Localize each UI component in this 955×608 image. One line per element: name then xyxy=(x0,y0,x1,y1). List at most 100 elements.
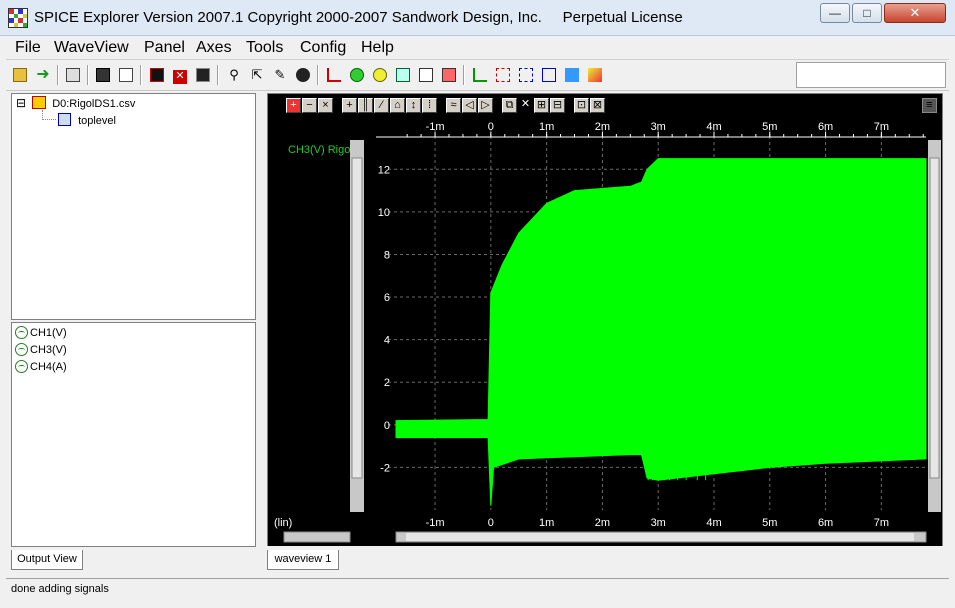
add-yellow-icon[interactable] xyxy=(370,65,390,85)
x-tick-label: 2m xyxy=(595,121,610,133)
design-tree-panel[interactable]: ⊟ D0:RigolDS1.csv toplevel xyxy=(11,93,256,320)
signal-item[interactable]: CH3(V) xyxy=(15,343,67,356)
tree-child[interactable]: toplevel xyxy=(58,113,116,127)
y-tick-label: 2 xyxy=(384,377,390,389)
status-bar: done adding signals xyxy=(6,578,949,600)
tree-connector xyxy=(42,110,56,120)
zoom-out-icon[interactable]: − xyxy=(302,98,317,113)
add-green-icon[interactable] xyxy=(347,65,367,85)
window-title: SPICE Explorer Version 2007.1 Copyright … xyxy=(34,9,683,26)
waveform-icon xyxy=(15,326,28,339)
close-button[interactable]: ✕ xyxy=(884,3,946,23)
print-icon[interactable] xyxy=(63,65,83,85)
menu-file[interactable]: File xyxy=(15,39,41,57)
tree-root[interactable]: ⊟ D0:RigolDS1.csv xyxy=(16,96,135,110)
maximize-button[interactable]: □ xyxy=(852,3,882,23)
marker-icon[interactable] xyxy=(493,65,513,85)
eye-icon[interactable] xyxy=(585,65,605,85)
zoom-in-icon[interactable]: + xyxy=(286,98,301,113)
tree-root-label: D0:RigolDS1.csv xyxy=(52,98,136,110)
close-red-icon[interactable]: ✕ xyxy=(170,65,190,85)
pin-icon[interactable]: ✎ xyxy=(270,65,290,85)
x-tick-label: 5m xyxy=(762,121,777,133)
toolbar-input[interactable] xyxy=(796,62,946,88)
overlay-icon[interactable]: ⊠ xyxy=(590,98,605,113)
toolbar: ➜ ✕ ⚲ ⇱ ✎ xyxy=(6,61,949,91)
series-label[interactable]: CH3(V) Rigo xyxy=(288,144,350,156)
tab-output-view[interactable]: Output View xyxy=(11,550,83,570)
x-tick-label: 1m xyxy=(539,121,554,133)
cursor-cross-icon[interactable]: + xyxy=(342,98,357,113)
menu-bar: File WaveView Panel Axes Tools Config He… xyxy=(6,36,949,60)
menu-axes[interactable]: Axes xyxy=(196,39,232,57)
y-tick-label: -2 xyxy=(380,462,390,474)
y-tick-label: 6 xyxy=(384,292,390,304)
copy-icon[interactable]: ⧉ xyxy=(502,98,517,113)
menu-panel[interactable]: Panel xyxy=(144,39,185,57)
next-icon[interactable]: ▷ xyxy=(478,98,493,113)
x-tick-label: 6m xyxy=(818,517,833,529)
signal-item[interactable]: CH1(V) xyxy=(15,326,67,339)
h-scrollbar-thumb[interactable] xyxy=(406,533,914,541)
open-icon[interactable] xyxy=(116,65,136,85)
stack-icon[interactable] xyxy=(439,65,459,85)
right-scrollbar-thumb[interactable] xyxy=(929,157,940,479)
panel-menu-icon[interactable]: ≡ xyxy=(922,98,937,113)
prev-icon[interactable]: ◁ xyxy=(462,98,477,113)
bookmark-icon[interactable]: ⌂ xyxy=(390,98,405,113)
x-tick-label: 4m xyxy=(706,517,721,529)
y-tick-label: 10 xyxy=(378,207,390,219)
open-folder-icon[interactable] xyxy=(10,65,30,85)
x-tick-label: 3m xyxy=(651,517,666,529)
histogram-icon[interactable] xyxy=(470,65,490,85)
signal-item[interactable]: CH4(A) xyxy=(15,360,67,373)
x-tick-label: 5m xyxy=(762,517,777,529)
y-scrollbar-thumb[interactable] xyxy=(351,157,363,479)
csv-file-icon xyxy=(32,96,47,109)
measure-icon[interactable] xyxy=(324,65,344,85)
left-h-scrollbar[interactable] xyxy=(283,531,351,543)
signal-list-panel[interactable]: CH1(V) CH3(V) CH4(A) xyxy=(11,322,256,547)
x-tick-label: 7m xyxy=(874,121,889,133)
menu-help[interactable]: Help xyxy=(361,39,394,57)
expand-icon[interactable]: ⊟ xyxy=(16,96,26,110)
x-tick-label: 2m xyxy=(595,517,610,529)
minimize-button[interactable]: — xyxy=(820,3,850,23)
menu-tools[interactable]: Tools xyxy=(246,39,283,57)
hier-icon[interactable] xyxy=(539,65,559,85)
chart-red-icon[interactable] xyxy=(147,65,167,85)
zoom-icon[interactable]: ⚲ xyxy=(224,65,244,85)
x-tick-label: 3m xyxy=(651,121,666,133)
fft-icon[interactable] xyxy=(562,65,582,85)
delete-icon[interactable]: ✕ xyxy=(518,98,533,113)
group-icon[interactable]: ⊞ xyxy=(534,98,549,113)
cursor-icon[interactable]: ⇱ xyxy=(247,65,267,85)
ungroup-icon[interactable]: ⊟ xyxy=(550,98,565,113)
net-icon[interactable] xyxy=(516,65,536,85)
save-icon[interactable] xyxy=(93,65,113,85)
menu-config[interactable]: Config xyxy=(300,39,346,57)
waveform-icon xyxy=(15,360,28,373)
layers-icon[interactable] xyxy=(416,65,436,85)
markers-icon[interactable]: ↕ xyxy=(406,98,421,113)
menu-waveview[interactable]: WaveView xyxy=(54,39,129,57)
slope-icon[interactable]: ∕ xyxy=(374,98,389,113)
y-tick-label: 8 xyxy=(384,249,390,261)
app-icon xyxy=(8,8,28,28)
tab-waveview-1[interactable]: waveview 1 xyxy=(267,550,339,570)
split-icon[interactable]: ║ xyxy=(358,98,373,113)
arrow-right-icon[interactable]: ➜ xyxy=(33,65,53,85)
waveform-chart[interactable]: -1m 0 1m 2m 3m 4m 5m 6m 7m -1m 0 1m 2m 3m 4m 5m 6m 7m 12… xyxy=(268,118,942,546)
title-bar: SPICE Explorer Version 2007.1 Copyright … xyxy=(0,0,955,36)
dots-icon[interactable]: ⁞ xyxy=(422,98,437,113)
waveform-view[interactable]: + − × + ║ ∕ ⌂ ↕ ⁞ ≈ ◁ ▷ ⧉ ✕ ⊞ ⊟ ⊡ ⊠ ≡ -1… xyxy=(267,93,943,546)
wave-icon[interactable]: ≈ xyxy=(446,98,461,113)
zoom-fit-icon[interactable]: × xyxy=(318,98,333,113)
fit-icon[interactable] xyxy=(393,65,413,85)
probe-icon[interactable] xyxy=(293,65,313,85)
grid-icon[interactable] xyxy=(193,65,213,85)
x-tick-label: 0 xyxy=(488,121,494,133)
waveform-icon xyxy=(15,343,28,356)
x-tick-label: 4m xyxy=(706,121,721,133)
stack-panels-icon[interactable]: ⊡ xyxy=(574,98,589,113)
